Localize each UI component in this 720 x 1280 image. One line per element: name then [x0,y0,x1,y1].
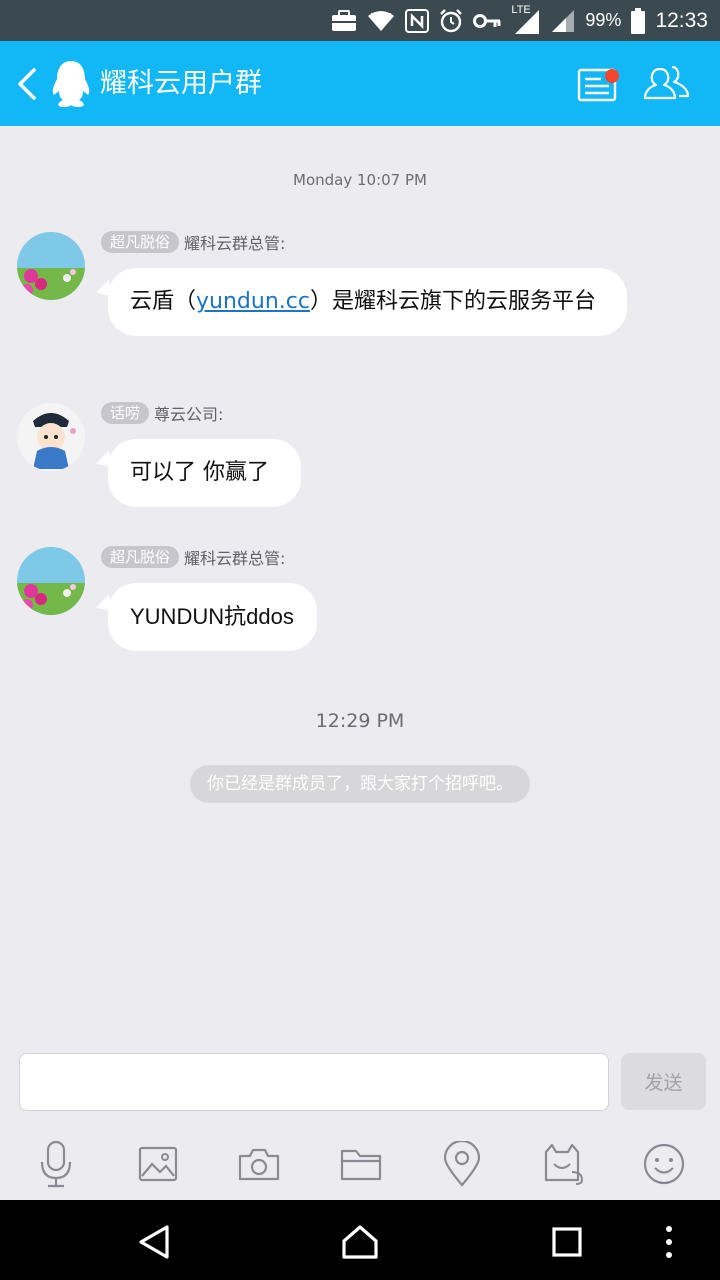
member-title-badge: 话唠 [101,402,150,424]
system-notice: 你已经是群成员了，跟大家打个招呼吧。 [190,765,530,803]
sender-line: 超凡脱俗 耀科云群总管: [101,545,285,569]
sender-name: 耀科云群总管: [184,549,286,568]
message-bubble[interactable]: 可以了 你赢了 [108,439,301,507]
avatar[interactable] [17,232,85,300]
status-bar: LTE 99% 12:33 [0,0,720,41]
qq-penguin-icon[interactable] [50,59,92,109]
message-text: 云盾（ [130,289,197,314]
group-members-icon[interactable] [642,63,692,103]
message-input[interactable] [19,1053,609,1111]
title-bar: 耀科云用户群 [0,41,720,126]
time-stamp: 12:29 PM [315,710,405,732]
briefcase-icon [332,9,357,31]
message-text: YUNDUN抗ddos [130,604,294,629]
signal-icon [552,9,575,32]
system-nav-bar [0,1200,720,1280]
time-stamp: Monday 10:07 PM [293,171,427,189]
sender-name: 耀科云群总管: [184,234,286,253]
sender-line: 超凡脱俗 耀科云群总管: [101,230,285,254]
send-button[interactable]: 发送 [621,1053,706,1110]
input-toolbar [0,1124,720,1200]
camera-icon[interactable] [236,1140,282,1188]
folder-icon[interactable] [338,1140,384,1188]
avatar[interactable] [17,403,85,471]
status-time: 12:33 [655,8,708,32]
sender-name: 尊云公司: [154,405,224,424]
nav-back-icon[interactable] [132,1220,176,1264]
alarm-icon [440,8,463,32]
nav-home-icon[interactable] [338,1220,382,1264]
chat-area[interactable]: Monday 10:07 PM 超凡脱俗 耀科云群总管: 云盾（yundun.c… [0,126,720,1044]
input-row: 发送 [0,1044,720,1124]
member-title-badge: 超凡脱俗 [101,231,180,253]
message-link[interactable]: yundun.cc [196,289,310,314]
message-bubble[interactable]: YUNDUN抗ddos [108,583,317,651]
message-text: ）是耀科云旗下的云服务平台 [309,289,596,314]
sender-line: 话唠 尊云公司: [101,401,223,425]
microphone-icon[interactable] [33,1140,79,1188]
emoji-icon[interactable] [641,1140,687,1188]
nav-recents-icon[interactable] [545,1220,589,1264]
lte-signal-icon: LTE [511,4,541,35]
member-title-badge: 超凡脱俗 [101,546,180,568]
location-icon[interactable] [439,1140,485,1188]
battery-percent: 99% [585,10,622,30]
battery-icon [631,7,646,34]
nav-more-icon[interactable] [647,1220,691,1264]
message-bubble[interactable]: 云盾（yundun.cc）是耀科云旗下的云服务平台 [108,268,627,336]
page-title: 耀科云用户群 [100,68,262,99]
avatar[interactable] [17,547,85,615]
image-icon[interactable] [135,1140,181,1188]
group-notice-icon[interactable] [577,67,623,103]
nfc-icon [405,8,430,33]
message-text: 可以了 你赢了 [130,460,269,485]
back-icon[interactable] [14,67,42,101]
wifi-icon [368,10,395,31]
key-icon [473,13,501,28]
red-packet-icon[interactable] [541,1140,587,1188]
